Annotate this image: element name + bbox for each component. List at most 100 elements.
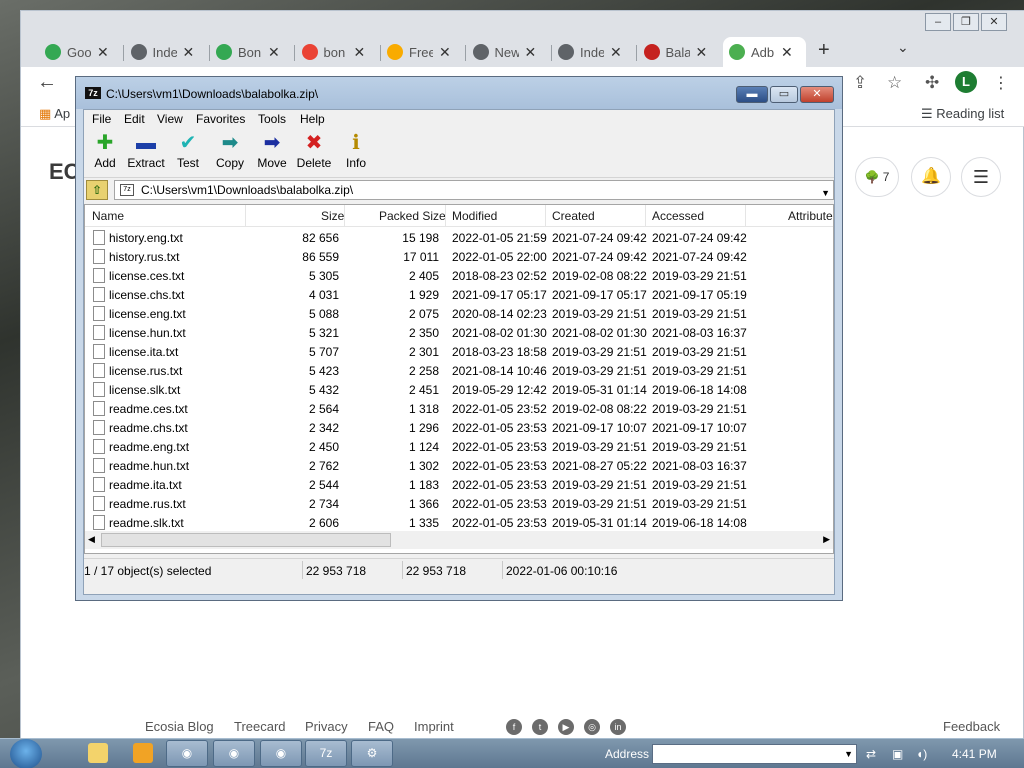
tab-close-icon[interactable]: ✕ <box>439 44 451 61</box>
tab-close-icon[interactable]: ✕ <box>696 44 708 61</box>
menu-tools[interactable]: Tools <box>258 112 286 126</box>
tree-counter[interactable]: 🌳 7 <box>855 157 899 197</box>
table-row[interactable]: history.eng.txt 82 656 15 198 2022-01-05 21… <box>85 228 833 247</box>
tab-close-icon[interactable]: ✕ <box>610 44 622 61</box>
feedback-link[interactable]: Feedback <box>943 719 1000 734</box>
linkedin-icon[interactable]: in <box>610 719 626 735</box>
facebook-icon[interactable]: f <box>506 719 522 735</box>
table-row[interactable]: readme.ita.txt 2 544 1 183 2022-01-05 23:53… <box>85 475 833 494</box>
test-button[interactable]: ✔ Test <box>164 130 212 170</box>
notifications-bell-icon[interactable]: 🔔 <box>911 157 951 197</box>
taskbar-chrome-2[interactable]: ◉ <box>213 740 255 767</box>
browser-tab[interactable]: Goo ✕ <box>39 37 124 67</box>
column-attributes[interactable]: Attribute <box>788 209 833 223</box>
browser-menu-icon[interactable]: ⋮ <box>993 73 1009 93</box>
table-row[interactable]: readme.ces.txt 2 564 1 318 2022-01-05 23:52… <box>85 399 833 418</box>
footer-link-imprint[interactable]: Imprint <box>414 719 454 734</box>
volume-icon[interactable]: ◖) <box>916 747 927 761</box>
column-size[interactable]: Size <box>321 209 344 223</box>
table-row[interactable]: readme.chs.txt 2 342 1 296 2022-01-05 23:53… <box>85 418 833 437</box>
explorer-icon[interactable] <box>88 743 108 763</box>
menu-view[interactable]: View <box>157 112 183 126</box>
media-player-icon[interactable] <box>133 743 153 763</box>
menu-hamburger-icon[interactable]: ☰ <box>961 157 1001 197</box>
footer-link-blog[interactable]: Ecosia Blog <box>145 719 214 734</box>
star-icon[interactable]: ☆ <box>887 73 902 93</box>
tab-close-icon[interactable]: ✕ <box>268 44 280 61</box>
taskbar-chrome-3[interactable]: ◉ <box>260 740 302 767</box>
table-row[interactable]: license.rus.txt 5 423 2 258 2021-08-14 10:4… <box>85 361 833 380</box>
extensions-icon[interactable]: ✣ <box>925 73 939 93</box>
chevron-down-icon[interactable]: ▼ <box>821 184 830 202</box>
browser-minimize-button[interactable]: – <box>925 13 951 31</box>
column-packed-size[interactable]: Packed Size <box>379 209 446 223</box>
start-button-icon[interactable] <box>10 739 42 768</box>
taskbar-setup[interactable]: ⚙ <box>351 740 393 767</box>
7zip-title-bar[interactable]: 7z C:\Users\vm1\Downloads\balabolka.zip\… <box>76 77 842 109</box>
maximize-button[interactable]: ▭ <box>770 86 798 103</box>
browser-tab[interactable]: Free ✕ <box>381 37 466 67</box>
footer-link-treecard[interactable]: Treecard <box>234 719 286 734</box>
menu-favorites[interactable]: Favorites <box>196 112 245 126</box>
table-row[interactable]: readme.hun.txt 2 762 1 302 2022-01-05 23:53… <box>85 456 833 475</box>
share-icon[interactable]: ⇪ <box>853 73 867 93</box>
youtube-icon[interactable]: ▶ <box>558 719 574 735</box>
move-button[interactable]: ➡ Move <box>248 130 296 170</box>
menu-file[interactable]: File <box>92 112 111 126</box>
browser-tab[interactable]: New ✕ <box>467 37 552 67</box>
table-row[interactable]: readme.eng.txt 2 450 1 124 2022-01-05 23:53… <box>85 437 833 456</box>
menu-help[interactable]: Help <box>300 112 325 126</box>
file-list[interactable]: Name Size Packed Size Modified Created A… <box>84 204 834 554</box>
table-row[interactable]: license.slk.txt 5 432 2 451 2019-05-29 12:4… <box>85 380 833 399</box>
table-row[interactable]: readme.slk.txt 2 606 1 335 2022-01-05 23:53… <box>85 513 833 532</box>
taskbar-address-input[interactable]: ▼ <box>652 744 857 764</box>
new-tab-button[interactable]: + <box>818 39 830 62</box>
table-row[interactable]: license.ces.txt 5 305 2 405 2018-08-23 02:5… <box>85 266 833 285</box>
scroll-thumb[interactable] <box>101 533 391 547</box>
table-row[interactable]: license.eng.txt 5 088 2 075 2020-08-14 02:2… <box>85 304 833 323</box>
column-created[interactable]: Created <box>552 209 595 223</box>
tab-close-icon[interactable]: ✕ <box>781 44 793 61</box>
browser-tab[interactable]: Inde ✕ <box>125 37 210 67</box>
footer-link-faq[interactable]: FAQ <box>368 719 394 734</box>
clock[interactable]: 4:41 PM <box>952 747 997 761</box>
chevron-down-icon[interactable]: ▼ <box>844 749 853 759</box>
column-accessed[interactable]: Accessed <box>652 209 704 223</box>
extract-button[interactable]: ▬ Extract <box>122 130 170 170</box>
back-icon[interactable]: ← <box>37 71 57 94</box>
copy-button[interactable]: ➡ Copy <box>206 130 254 170</box>
folder-up-icon[interactable]: ⇧ <box>86 180 108 200</box>
tab-close-icon[interactable]: ✕ <box>354 44 366 61</box>
horizontal-scrollbar[interactable]: ◀ ▶ <box>85 531 833 549</box>
table-row[interactable]: license.hun.txt 5 321 2 350 2021-08-02 01:3… <box>85 323 833 342</box>
column-name[interactable]: Name <box>92 209 124 223</box>
scroll-right-icon[interactable]: ▶ <box>823 534 830 545</box>
reading-list-button[interactable]: ☰ Reading list <box>921 106 1004 122</box>
delete-button[interactable]: ✖ Delete <box>290 130 338 170</box>
minimize-button[interactable]: ▬ <box>736 86 768 103</box>
table-row[interactable]: license.ita.txt 5 707 2 301 2018-03-23 18:5… <box>85 342 833 361</box>
browser-tab[interactable]: Inde ✕ <box>552 37 637 67</box>
table-row[interactable]: license.chs.txt 4 031 1 929 2021-09-17 05:1… <box>85 285 833 304</box>
menu-edit[interactable]: Edit <box>124 112 145 126</box>
browser-close-button[interactable]: ✕ <box>981 13 1007 31</box>
taskbar-chrome-1[interactable]: ◉ <box>166 740 208 767</box>
twitter-icon[interactable]: t <box>532 719 548 735</box>
close-button[interactable]: ✕ <box>800 86 834 103</box>
instagram-icon[interactable]: ◎ <box>584 719 600 735</box>
go-arrow-icon[interactable]: ⇄ <box>866 747 876 761</box>
network-icon[interactable]: ▣ <box>892 747 903 761</box>
tab-close-icon[interactable]: ✕ <box>97 44 109 61</box>
profile-avatar[interactable]: L <box>955 71 977 93</box>
tab-close-icon[interactable]: ✕ <box>183 44 195 61</box>
apps-shortcut[interactable]: ▦ Ap <box>39 106 70 122</box>
tab-search-button[interactable]: ⌄ <box>897 39 909 56</box>
footer-link-privacy[interactable]: Privacy <box>305 719 348 734</box>
scroll-left-icon[interactable]: ◀ <box>88 534 95 545</box>
browser-tab[interactable]: Bala ✕ <box>638 37 721 67</box>
tab-close-icon[interactable]: ✕ <box>525 44 537 61</box>
taskbar-7zip[interactable]: 7z <box>305 740 347 767</box>
browser-tab[interactable]: Adb ✕ <box>723 37 806 67</box>
browser-tab[interactable]: bon ✕ <box>296 37 381 67</box>
table-row[interactable]: readme.rus.txt 2 734 1 366 2022-01-05 23:53… <box>85 494 833 513</box>
